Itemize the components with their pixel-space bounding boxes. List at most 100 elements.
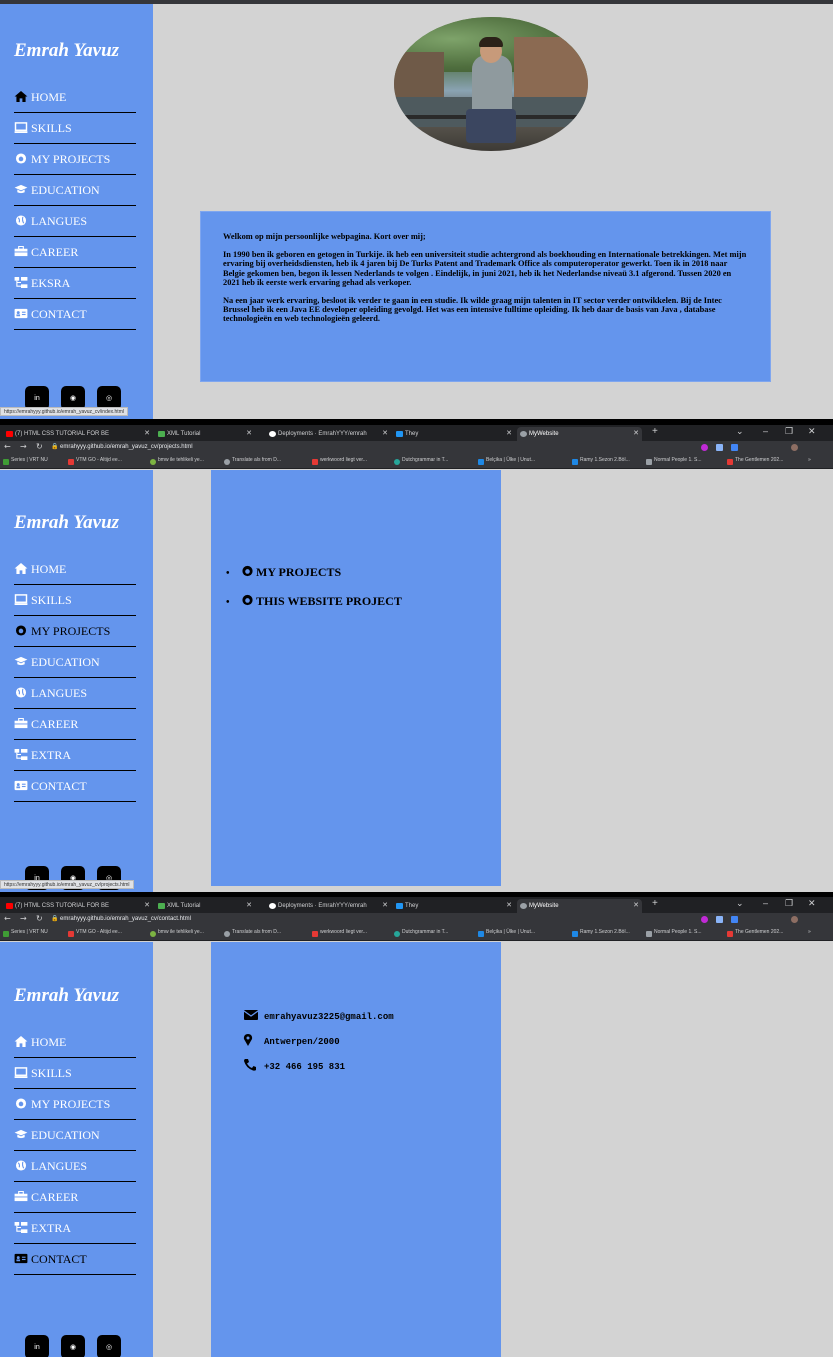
maximize-button[interactable]: ❐ bbox=[785, 898, 793, 909]
nav-projects[interactable]: MY PROJECTS bbox=[14, 1089, 136, 1120]
nav-skills[interactable]: SKILLS bbox=[14, 113, 136, 144]
bookmark[interactable]: Series | VRT NU bbox=[3, 457, 48, 465]
browser-tab[interactable]: (7) HTML CSS TUTORIAL FOR BE ✕ bbox=[3, 427, 153, 441]
nav-projects[interactable]: MY PROJECTS bbox=[14, 144, 136, 175]
forward-icon[interactable]: → bbox=[20, 442, 27, 451]
nav-extra[interactable]: EKSRA bbox=[14, 268, 136, 299]
bookmark[interactable]: Ramy 1.Sezon 2.Böl... bbox=[572, 457, 630, 465]
nav-extra[interactable]: EXTRA bbox=[14, 740, 136, 771]
project-link[interactable]: MY PROJECTS bbox=[256, 565, 341, 579]
browser-tab[interactable]: Deployments · EmrahYYY/emrah ✕ bbox=[266, 427, 391, 441]
browser-tab[interactable]: XML Tutorial ✕ bbox=[155, 899, 255, 913]
nav-contact[interactable]: CONTACT bbox=[14, 771, 136, 802]
extension-icon[interactable] bbox=[731, 916, 738, 923]
close-window-button[interactable]: ✕ bbox=[808, 426, 816, 437]
nav-skills[interactable]: SKILLS bbox=[14, 585, 136, 616]
contact-email[interactable]: emrahyavuz3225@gmail.com bbox=[243, 1009, 394, 1022]
bookmark[interactable]: VTM GO - Altijd ee... bbox=[68, 457, 122, 465]
browser-tab[interactable]: They ✕ bbox=[393, 427, 515, 441]
tab-search-icon[interactable]: ⌄ bbox=[736, 426, 744, 437]
minimize-button[interactable]: – bbox=[763, 898, 768, 908]
bookmark[interactable]: werkwoord liegt ver... bbox=[312, 929, 367, 937]
close-tab-icon[interactable]: ✕ bbox=[633, 427, 639, 441]
close-tab-icon[interactable]: ✕ bbox=[246, 899, 252, 913]
close-window-button[interactable]: ✕ bbox=[808, 898, 816, 909]
extension-icon[interactable] bbox=[701, 916, 708, 923]
github-social-icon[interactable]: ◉ bbox=[61, 1335, 85, 1357]
nav-skills[interactable]: SKILLS bbox=[14, 1058, 136, 1089]
nav-education[interactable]: EDUCATION bbox=[14, 647, 136, 678]
forward-icon[interactable]: → bbox=[20, 914, 27, 923]
minimize-button[interactable]: – bbox=[763, 426, 768, 436]
bookmark[interactable]: Normal People 1. S... bbox=[646, 929, 702, 937]
extension-icon[interactable] bbox=[701, 444, 708, 451]
nav-career[interactable]: CAREER bbox=[14, 709, 136, 740]
close-tab-icon[interactable]: ✕ bbox=[506, 899, 512, 913]
close-tab-icon[interactable]: ✕ bbox=[382, 899, 388, 913]
instagram-icon[interactable]: ◎ bbox=[97, 1335, 121, 1357]
close-tab-icon[interactable]: ✕ bbox=[246, 427, 252, 441]
profile-avatar[interactable] bbox=[791, 916, 798, 923]
bookmark[interactable]: Translate als from D... bbox=[224, 457, 281, 465]
maximize-button[interactable]: ❐ bbox=[785, 426, 793, 437]
browser-tab-active[interactable]: MyWebsite ✕ bbox=[517, 427, 642, 441]
url-field[interactable]: emrahyyy.github.io/emrah_yavuz_cv/projec… bbox=[60, 444, 193, 450]
bookmark[interactable]: The Gentlemen 202... bbox=[727, 457, 783, 465]
new-tab-button[interactable]: + bbox=[652, 898, 658, 909]
reload-icon[interactable]: ↻ bbox=[36, 442, 43, 451]
nav-home[interactable]: HOME bbox=[14, 554, 136, 585]
bookmark[interactable]: Belçika | Ülke | Unut... bbox=[478, 929, 535, 937]
close-tab-icon[interactable]: ✕ bbox=[382, 427, 388, 441]
back-icon[interactable]: ← bbox=[4, 914, 11, 923]
nav-extra[interactable]: EXTRA bbox=[14, 1213, 136, 1244]
linkedin-icon[interactable]: in bbox=[25, 1335, 49, 1357]
nav-contact[interactable]: CONTACT bbox=[14, 299, 136, 330]
bookmarks-overflow[interactable]: » bbox=[808, 929, 811, 935]
extension-icon[interactable] bbox=[731, 444, 738, 451]
list-item[interactable]: • THIS WEBSITE PROJECT bbox=[226, 594, 402, 609]
bookmarks-overflow[interactable]: » bbox=[808, 457, 811, 463]
browser-tab[interactable]: Deployments · EmrahYYY/emrah ✕ bbox=[266, 899, 391, 913]
bookmark[interactable]: Series | VRT NU bbox=[3, 929, 48, 937]
bookmark[interactable]: Translate als from D... bbox=[224, 929, 281, 937]
bookmark[interactable]: werkwoord liegt ver... bbox=[312, 457, 367, 465]
browser-tab[interactable]: (7) HTML CSS TUTORIAL FOR BE ✕ bbox=[3, 899, 153, 913]
nav-education[interactable]: EDUCATION bbox=[14, 1120, 136, 1151]
bookmark[interactable]: bmw ile tehlikeli ye... bbox=[150, 457, 204, 465]
bookmark[interactable]: Ramy 1.Sezon 2.Böl... bbox=[572, 929, 630, 937]
nav-career[interactable]: CAREER bbox=[14, 1182, 136, 1213]
bookmark[interactable]: Dutchgrammar in T... bbox=[394, 929, 448, 937]
nav-home[interactable]: HOME bbox=[14, 82, 136, 113]
bookmark[interactable]: bmw ile tehlikeli ye... bbox=[150, 929, 204, 937]
nav-career[interactable]: CAREER bbox=[14, 237, 136, 268]
close-tab-icon[interactable]: ✕ bbox=[144, 427, 150, 441]
contact-phone[interactable]: +32 466 195 831 bbox=[243, 1059, 345, 1072]
brand-name[interactable]: Emrah Yavuz bbox=[14, 40, 119, 62]
brand-name[interactable]: Emrah Yavuz bbox=[14, 512, 119, 534]
browser-tab[interactable]: XML Tutorial ✕ bbox=[155, 427, 255, 441]
profile-avatar[interactable] bbox=[791, 444, 798, 451]
close-tab-icon[interactable]: ✕ bbox=[144, 899, 150, 913]
nav-projects[interactable]: MY PROJECTS bbox=[14, 616, 136, 647]
nav-langues[interactable]: LANGUES bbox=[14, 206, 136, 237]
bookmark[interactable]: Normal People 1. S... bbox=[646, 457, 702, 465]
bookmark[interactable]: Dutchgrammar in T... bbox=[394, 457, 448, 465]
bookmark[interactable]: Belçika | Ülke | Unut... bbox=[478, 457, 535, 465]
new-tab-button[interactable]: + bbox=[652, 426, 658, 437]
nav-contact[interactable]: CONTACT bbox=[14, 1244, 136, 1275]
brand-name[interactable]: Emrah Yavuz bbox=[14, 985, 119, 1007]
tab-search-icon[interactable]: ⌄ bbox=[736, 898, 744, 909]
extension-icon[interactable] bbox=[716, 444, 723, 451]
extension-icon[interactable] bbox=[716, 916, 723, 923]
close-tab-icon[interactable]: ✕ bbox=[506, 427, 512, 441]
bookmark[interactable]: The Gentlemen 202... bbox=[727, 929, 783, 937]
browser-tab[interactable]: They ✕ bbox=[393, 899, 515, 913]
nav-langues[interactable]: LANGUES bbox=[14, 678, 136, 709]
nav-home[interactable]: HOME bbox=[14, 1027, 136, 1058]
project-link[interactable]: THIS WEBSITE PROJECT bbox=[256, 594, 402, 608]
nav-langues[interactable]: LANGUES bbox=[14, 1151, 136, 1182]
bookmark[interactable]: VTM GO - Altijd ee... bbox=[68, 929, 122, 937]
reload-icon[interactable]: ↻ bbox=[36, 914, 43, 923]
back-icon[interactable]: ← bbox=[4, 442, 11, 451]
browser-tab-active[interactable]: MyWebsite ✕ bbox=[517, 899, 642, 913]
